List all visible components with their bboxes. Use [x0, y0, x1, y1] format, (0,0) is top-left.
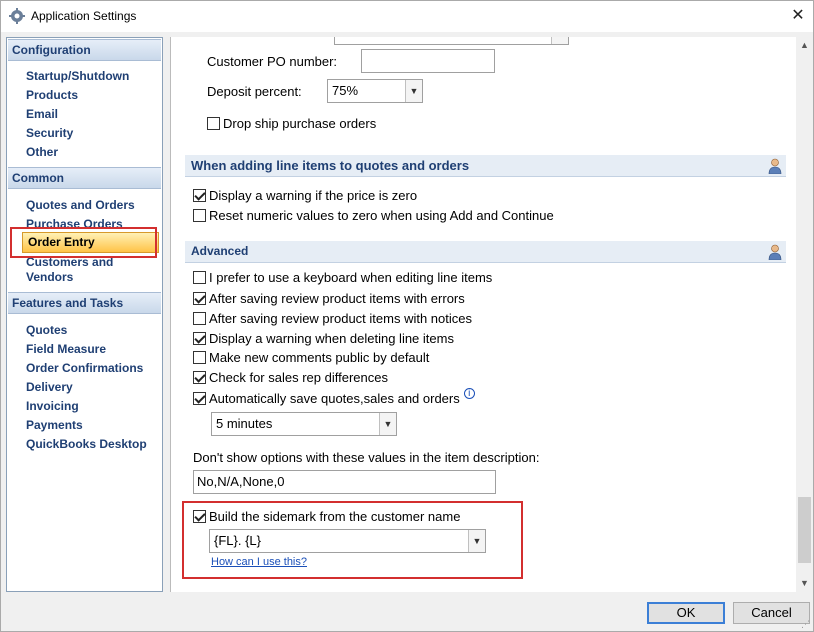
gear-icon: [9, 8, 25, 24]
drop-ship-checkbox[interactable]: Drop ship purchase orders: [207, 116, 376, 131]
checkbox-label: Make new comments public by default: [209, 350, 430, 365]
checkbox-box[interactable]: [193, 510, 206, 523]
review-errors-checkbox[interactable]: After saving review product items with e…: [193, 291, 465, 306]
autosave-checkbox[interactable]: Automatically save quotes,sales and orde…: [193, 388, 475, 406]
chevron-up-icon[interactable]: ▲: [796, 37, 813, 54]
warn-deleting-checkbox[interactable]: Display a warning when deleting line ite…: [193, 331, 454, 346]
checkbox-box[interactable]: [193, 189, 206, 202]
section-title: Advanced: [191, 244, 249, 258]
checkbox-label: Display a warning when deleting line ite…: [209, 331, 454, 346]
reset-numeric-checkbox[interactable]: Reset numeric values to zero when using …: [193, 208, 554, 223]
checkbox-box[interactable]: [193, 271, 206, 284]
sidebar-item-startup-shutdown[interactable]: Startup/Shutdown: [26, 69, 129, 84]
sidebar-section-configuration[interactable]: Configuration: [8, 39, 161, 61]
autosave-interval-value: 5 minutes: [216, 416, 273, 431]
comments-public-checkbox[interactable]: Make new comments public by default: [193, 350, 429, 365]
checkbox-label: Display a warning if the price is zero: [209, 188, 418, 203]
warning-price-zero-checkbox[interactable]: Display a warning if the price is zero: [193, 188, 417, 203]
user-icon: [768, 244, 782, 260]
checkbox-label: Reset numeric values to zero when using …: [209, 208, 554, 223]
sidebar-section-common[interactable]: Common: [8, 167, 161, 189]
checkbox-label: After saving review product items with n…: [209, 311, 472, 326]
chevron-down-icon: ▼: [468, 530, 485, 552]
window-title: Application Settings: [31, 9, 137, 23]
chevron-down-icon: ▼: [551, 37, 568, 44]
checkbox-box[interactable]: [193, 332, 206, 345]
checkbox-box[interactable]: [193, 312, 206, 325]
chevron-down-icon: ▼: [379, 413, 396, 435]
sidebar-item-payments[interactable]: Payments: [26, 418, 83, 433]
sidebar-item-quickbooks-desktop[interactable]: QuickBooks Desktop: [26, 437, 147, 452]
sidemark-format-value: {FL}. {L}: [214, 533, 261, 548]
section-line-items: When adding line items to quotes and ord…: [185, 155, 786, 177]
sidebar-item-security[interactable]: Security: [26, 126, 73, 141]
sidebar-item-order-confirmations[interactable]: Order Confirmations: [26, 361, 143, 376]
checkbox-label: Automatically save quotes,sales and orde…: [209, 391, 460, 406]
checkbox-box[interactable]: [193, 392, 206, 405]
section-advanced: Advanced: [185, 241, 786, 263]
chevron-down-icon[interactable]: ▼: [796, 575, 813, 592]
customer-po-input[interactable]: [361, 49, 495, 73]
application-settings-window: Application Settings ✕ Configuration Sta…: [0, 0, 814, 632]
sidebar-item-order-entry[interactable]: Order Entry: [22, 232, 159, 253]
hide-options-label: Don't show options with these values in …: [193, 450, 540, 465]
checkbox-box[interactable]: [193, 371, 206, 384]
sidebar-item-products[interactable]: Products: [26, 88, 78, 103]
checkbox-label: After saving review product items with e…: [209, 291, 465, 306]
checkbox-label: Check for sales rep differences: [209, 370, 388, 385]
drop-ship-label: Drop ship purchase orders: [223, 116, 377, 131]
autosave-interval-select[interactable]: 5 minutes ▼: [211, 412, 397, 436]
settings-sidebar: Configuration Startup/Shutdown Products …: [6, 37, 163, 592]
order-entry-settings: ▼ Customer PO number: Deposit percent: 7…: [171, 37, 796, 592]
deposit-percent-value: 75%: [332, 83, 359, 98]
customer-po-label: Customer PO number:: [207, 54, 338, 69]
checkbox-label: Build the sidemark from the customer nam…: [209, 509, 461, 524]
ok-button[interactable]: OK: [647, 602, 725, 624]
vertical-scrollbar[interactable]: ▲ ▼: [796, 37, 813, 592]
sidebar-section-features-and-tasks[interactable]: Features and Tasks: [8, 292, 161, 314]
checkbox-label: I prefer to use a keyboard when editing …: [209, 270, 493, 285]
sidemark-format-select[interactable]: {FL}. {L} ▼: [209, 529, 486, 553]
settings-panel: ▼ Customer PO number: Deposit percent: 7…: [170, 37, 813, 592]
sales-rep-checkbox[interactable]: Check for sales rep differences: [193, 370, 388, 385]
checkbox-box[interactable]: [193, 351, 206, 364]
sidemark-help-link[interactable]: How can I use this?: [211, 556, 307, 568]
scrollbar-thumb[interactable]: [798, 497, 811, 563]
sidebar-item-customers-and[interactable]: Customers and: [26, 255, 113, 270]
sidebar-item-vendors[interactable]: Vendors: [26, 270, 73, 285]
cancel-button[interactable]: Cancel: [733, 602, 810, 624]
checkbox-box[interactable]: [207, 117, 220, 130]
clipped-dropdown[interactable]: ▼: [334, 37, 569, 45]
checkbox-box[interactable]: [193, 292, 206, 305]
info-icon[interactable]: i: [463, 388, 475, 399]
chevron-down-icon: ▼: [405, 80, 422, 102]
sidebar-item-field-measure[interactable]: Field Measure: [26, 342, 106, 357]
deposit-percent-label: Deposit percent:: [207, 84, 302, 99]
hide-options-input[interactable]: No,N/A,None,0: [193, 470, 496, 494]
sidebar-item-quotes[interactable]: Quotes: [26, 323, 67, 338]
close-button[interactable]: ✕: [783, 1, 813, 31]
checkbox-box[interactable]: [193, 209, 206, 222]
review-notices-checkbox[interactable]: After saving review product items with n…: [193, 311, 472, 326]
sidebar-item-invoicing[interactable]: Invoicing: [26, 399, 79, 414]
title-bar: Application Settings ✕: [1, 1, 813, 32]
deposit-percent-select[interactable]: 75% ▼: [327, 79, 423, 103]
sidebar-item-delivery[interactable]: Delivery: [26, 380, 73, 395]
resize-grip-icon[interactable]: ⋰: [801, 619, 811, 629]
sidebar-item-purchase-orders[interactable]: Purchase Orders: [26, 217, 123, 232]
sidebar-item-other[interactable]: Other: [26, 145, 58, 160]
section-title: When adding line items to quotes and ord…: [191, 158, 470, 173]
sidebar-item-email[interactable]: Email: [26, 107, 58, 122]
sidebar-item-quotes-and-orders[interactable]: Quotes and Orders: [26, 198, 135, 213]
keyboard-editing-checkbox[interactable]: I prefer to use a keyboard when editing …: [193, 270, 492, 285]
user-icon: [768, 158, 782, 174]
sidemark-checkbox[interactable]: Build the sidemark from the customer nam…: [193, 509, 460, 524]
